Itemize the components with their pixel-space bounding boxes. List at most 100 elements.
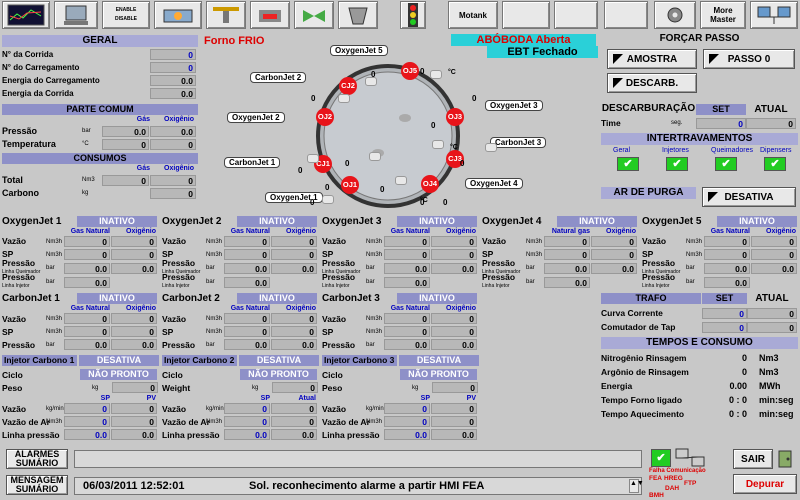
tempos-row: Tempo Forno ligado 0 : 0 min:seg xyxy=(601,393,798,407)
ladle-button[interactable] xyxy=(338,1,378,29)
injetor-row-sp[interactable]: 0 xyxy=(224,403,270,414)
computer-button[interactable] xyxy=(54,1,98,29)
network-button[interactable] xyxy=(750,1,798,29)
geral-row-value[interactable]: 0 xyxy=(150,61,196,73)
injetor-row-sp[interactable]: 0.0 xyxy=(224,429,270,440)
trend-button[interactable] xyxy=(2,1,50,29)
injetor-row-sp[interactable]: 0.0 xyxy=(64,429,110,440)
carbonjet-status[interactable]: INATIVO xyxy=(77,292,157,304)
furnace-zero-value: 0 xyxy=(443,198,448,207)
oxygenjet-row-oxigenio: 0 xyxy=(591,249,637,260)
enable-label: ENABLE xyxy=(115,7,137,13)
oxygenjet-row-gas: 0.0 xyxy=(384,262,430,274)
injetor-row-sp[interactable]: 0 xyxy=(384,403,430,414)
geral-row-value[interactable]: 0 xyxy=(150,48,196,60)
injetor-row-sp[interactable]: 0 xyxy=(384,416,430,427)
enable-disable-button[interactable]: ENABLE DISABLE xyxy=(102,1,150,29)
trafo-r1-set[interactable]: 0 xyxy=(702,307,747,319)
intert-check-icon[interactable]: ✔ xyxy=(617,157,639,171)
intert-check-icon[interactable]: ✔ xyxy=(666,157,688,171)
blank-button-3[interactable] xyxy=(604,1,648,29)
purga-desativa-button[interactable]: DESATIVA xyxy=(702,187,796,207)
parte-comum-title: PARTE COMUM xyxy=(2,104,198,115)
injetor-row-label: Vazão de Ar xyxy=(2,416,50,427)
mensagem-sumario-button[interactable]: MENSAGEM SUMÁRIO xyxy=(6,475,68,495)
injetor-status[interactable]: DESATIVA xyxy=(79,354,159,366)
oxygenjet-status[interactable]: INATIVO xyxy=(717,215,797,227)
traffic-light-button[interactable] xyxy=(400,1,426,29)
furnace-jet-oj2[interactable]: OJ2 xyxy=(316,108,334,126)
exit-door-icon[interactable] xyxy=(776,449,796,469)
oxygenjet-row-label: Pressão xyxy=(162,258,196,268)
alarm-bar[interactable] xyxy=(74,450,642,468)
oxygenjet-row-label: Vazão xyxy=(2,236,27,246)
descarb-set-value[interactable]: 0 xyxy=(696,117,746,129)
intert-check-icon[interactable]: ✔ xyxy=(715,157,737,171)
tools-button[interactable] xyxy=(654,1,696,29)
intert-label-0: Geral xyxy=(613,147,631,154)
injetor-row-unit: kg/min xyxy=(46,405,64,412)
oxygenjet-status[interactable]: INATIVO xyxy=(397,215,477,227)
carbonjet-row-oxigenio: 0 xyxy=(111,313,157,324)
carbonjet-status[interactable]: INATIVO xyxy=(237,292,317,304)
trafo-r2-set[interactable]: 0 xyxy=(702,321,747,333)
oxygenjet-row-unit: Nm3h xyxy=(206,238,223,245)
crane-button[interactable] xyxy=(206,1,246,29)
oxygenjet-status[interactable]: INATIVO xyxy=(237,215,317,227)
injetor-row-sp[interactable]: 0 xyxy=(64,403,110,414)
oxygenjet-row-unit: Nm3h xyxy=(686,251,703,258)
injetor-peso-value: 0 xyxy=(112,382,158,393)
blank-button-1[interactable] xyxy=(502,1,550,29)
depurar-button[interactable]: Depurar xyxy=(733,474,797,494)
carbonjet-status[interactable]: INATIVO xyxy=(397,292,477,304)
injetor-row-pv: 0 xyxy=(111,416,157,427)
injetor-row-pv: 0 xyxy=(271,403,317,414)
injetor-row: Vazão de Ar Nm3h 0 0 xyxy=(162,415,319,428)
parte_comum-row: Temperatura °C 0 0 xyxy=(2,138,198,150)
furnace-indicator xyxy=(307,154,319,163)
oxygenjet-row-gas: 0 xyxy=(544,249,590,260)
intert-check-icon[interactable]: ✔ xyxy=(764,157,786,171)
message-bar[interactable]: 06/03/2011 12:52:01 Sol. reconhecimento … xyxy=(74,477,644,495)
injetor-nao-pronto: NÃO PRONTO xyxy=(80,369,157,380)
passo-label: PASSO 0 xyxy=(727,53,771,65)
oxygenjet-row-oxigenio: 0 xyxy=(111,249,157,260)
furnace-jet-oj3[interactable]: OJ3 xyxy=(446,108,464,126)
carbonjet-col-oxigenio: Oxigênio xyxy=(446,304,476,312)
sair-button[interactable]: SAIR xyxy=(733,449,773,469)
electrode-button[interactable] xyxy=(250,1,290,29)
injetor-row-sp[interactable]: 0 xyxy=(224,416,270,427)
message-scroll-icon[interactable]: ▲▼ xyxy=(629,479,644,493)
oxygenjet-name: OxygenJet 3 xyxy=(322,215,397,227)
oxygenjet-row-label: Pressão xyxy=(162,272,196,282)
injetor-status[interactable]: DESATIVA xyxy=(399,354,479,366)
carbonjet-row-oxigenio: 0.0 xyxy=(431,339,477,350)
descarb-button[interactable]: DESCARB. xyxy=(607,73,697,93)
injetor-status[interactable]: DESATIVA xyxy=(239,354,319,366)
injetor-row-pv: 0.0 xyxy=(271,429,317,440)
more-master-button[interactable]: More Master xyxy=(700,1,746,29)
oxygenjet-row-oxigenio: 0.0 xyxy=(431,262,477,274)
motank-button[interactable]: Motank xyxy=(448,1,498,29)
furnace-indicator xyxy=(365,77,377,86)
machine-button[interactable] xyxy=(154,1,202,29)
injetor-row-sp[interactable]: 0 xyxy=(64,416,110,427)
furnace-jet-oj4[interactable]: OJ4 xyxy=(421,175,439,193)
amostra-button[interactable]: AMOSTRA xyxy=(607,49,697,69)
consumos-row-unit: kg xyxy=(82,190,89,196)
valve-button[interactable] xyxy=(294,1,334,29)
oxygenjet-status[interactable]: INATIVO xyxy=(77,215,157,227)
furnace-jet-cj2[interactable]: CJ2 xyxy=(339,77,357,95)
furnace-jet-oj5[interactable]: OJ5 xyxy=(401,62,419,80)
consumos-row-label: Carbono xyxy=(2,188,39,198)
carbonjet-row: Pressão bar 0.0 0.0 xyxy=(162,338,319,351)
furnace-jet-oj1[interactable]: OJ1 xyxy=(341,176,359,194)
blank-button-2[interactable] xyxy=(554,1,598,29)
oxygenjet-status[interactable]: INATIVO xyxy=(557,215,637,227)
injetor-row-sp[interactable]: 0.0 xyxy=(384,429,430,440)
alarmes-sumario-button[interactable]: ALARMES SUMÁRIO xyxy=(6,449,68,469)
injetor-peso-unit: kg xyxy=(92,384,99,391)
tempos-row-value: 0 : 0 xyxy=(728,409,747,419)
geral-row-value: 0.0 xyxy=(150,87,196,99)
passo-button[interactable]: PASSO 0 xyxy=(703,49,795,69)
